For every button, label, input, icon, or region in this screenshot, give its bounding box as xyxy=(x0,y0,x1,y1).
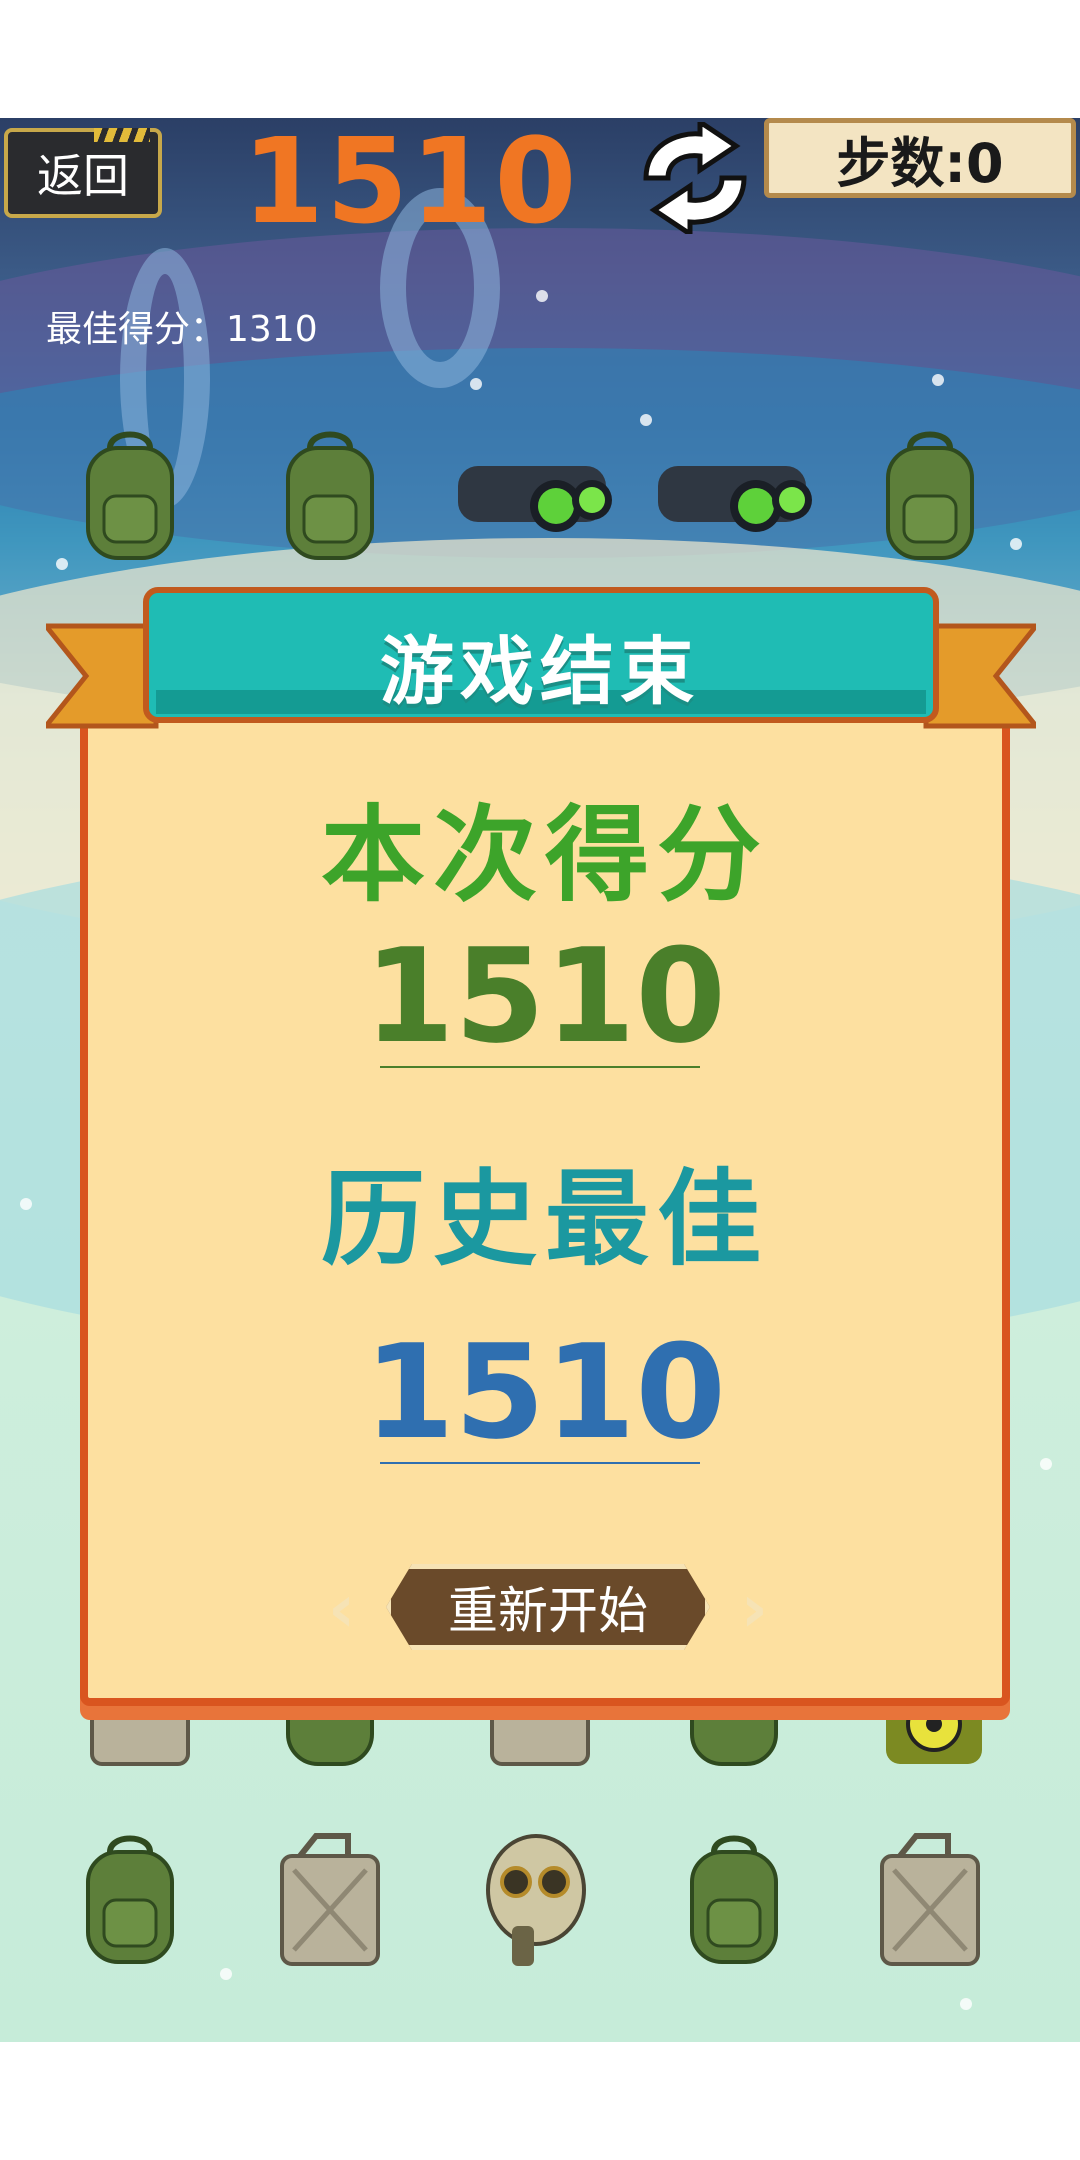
night-vision-goggles-icon[interactable] xyxy=(452,426,612,566)
chevron-left-icon: ‹ xyxy=(328,1570,356,1647)
snow-dot xyxy=(1040,1458,1052,1470)
game-over-title: 游戏结束 xyxy=(380,629,700,715)
snow-dot xyxy=(220,1968,232,1980)
snow-dot xyxy=(640,414,652,426)
hazard-stripes-decoration xyxy=(94,128,150,142)
backpack-icon[interactable] xyxy=(270,426,390,566)
gas-mask-icon[interactable] xyxy=(470,1830,590,1970)
best-score-label: 历史最佳 xyxy=(320,1158,769,1280)
back-button[interactable]: 返回 xyxy=(4,128,162,218)
restart-button-label: 重新开始 xyxy=(448,1582,648,1640)
best-score-line: 最佳得分：1310 xyxy=(46,309,318,350)
jerry-can-icon[interactable] xyxy=(870,1830,990,1970)
current-score-label: 本次得分 xyxy=(320,794,769,916)
refresh-icon[interactable] xyxy=(636,117,754,239)
snow-dot xyxy=(1010,538,1022,550)
restart-button-group[interactable]: ‹ 重新开始 › xyxy=(328,1556,768,1656)
snow-dot xyxy=(470,378,482,390)
snow-dot xyxy=(56,558,68,570)
snow-dot xyxy=(932,374,944,386)
steps-counter: 步数:0 xyxy=(764,118,1076,198)
backpack-icon[interactable] xyxy=(70,1830,190,1970)
divider xyxy=(380,1462,700,1464)
jerry-can-icon[interactable] xyxy=(270,1830,390,1970)
best-score-value: 1510 xyxy=(364,1316,726,1468)
backpack-icon[interactable] xyxy=(674,1830,794,1970)
current-score-value: 1510 xyxy=(364,920,726,1072)
back-button-label: 返回 xyxy=(37,149,129,203)
backpack-icon[interactable] xyxy=(870,426,990,566)
steps-label: 步数:0 xyxy=(836,131,1004,195)
backpack-icon[interactable] xyxy=(70,426,190,566)
night-vision-goggles-icon[interactable] xyxy=(652,426,812,566)
current-score: 1510 xyxy=(242,112,579,250)
snow-dot xyxy=(20,1198,32,1210)
restart-button[interactable]: 重新开始 xyxy=(386,1564,710,1650)
chevron-right-icon: › xyxy=(740,1570,768,1647)
snow-dot xyxy=(536,290,548,302)
divider xyxy=(380,1066,700,1068)
snow-dot xyxy=(960,1998,972,2010)
